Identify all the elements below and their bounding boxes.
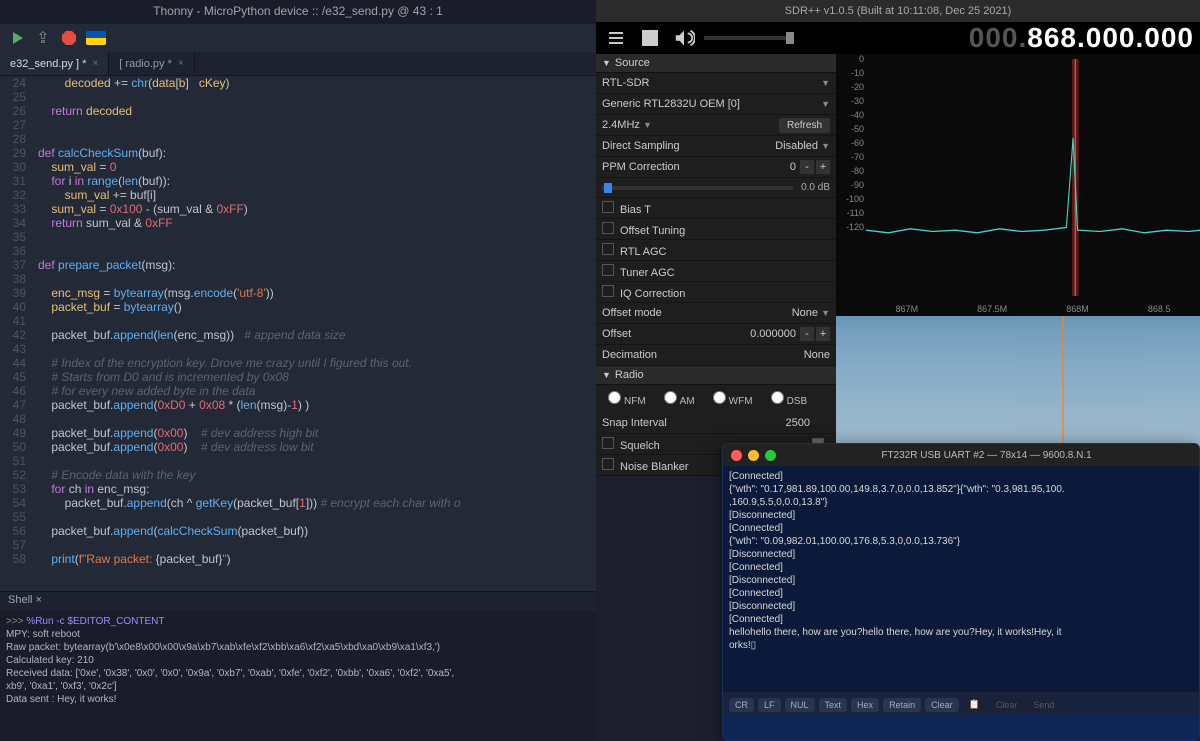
ppm-plus-button[interactable]: + [816, 160, 830, 174]
radio-section-header[interactable]: ▼Radio [596, 366, 836, 385]
line-gutter: 2425262728293031323334353637383940414243… [0, 76, 32, 591]
term-cr-button[interactable]: CR [729, 698, 754, 712]
ppm-row: PPM Correction0-+ [596, 157, 836, 178]
close-window-icon[interactable] [731, 450, 742, 461]
source-section-header[interactable]: ▼Source [596, 54, 836, 73]
offset-tuning-checkbox[interactable]: Offset Tuning [596, 219, 836, 240]
device-select[interactable]: Generic RTL2832U OEM [0]▼ [596, 94, 836, 115]
code-area[interactable]: decoded += chr(data[b] cKey) return deco… [32, 76, 596, 591]
spectrum-plot[interactable]: 0-10-20-30-40-50-60-70-80-90-100-110-120… [836, 54, 1200, 316]
close-icon[interactable]: × [92, 58, 98, 69]
spectrum-x-axis: 867M867.5M868M868.5 [866, 304, 1200, 314]
thonny-window: Thonny - MicroPython device :: /e32_send… [0, 0, 596, 741]
mode-nfm[interactable]: NFM [600, 389, 654, 409]
rtl-agc-checkbox[interactable]: RTL AGC [596, 240, 836, 261]
chevron-down-icon: ▼ [602, 58, 611, 68]
radio-modes: NFMAMWFMDSB [596, 385, 836, 413]
tab-radio[interactable]: [ radio.py * × [109, 52, 194, 75]
terminal-titlebar[interactable]: FT232R USB UART #2 — 78x14 — 9600.8.N.1 [723, 444, 1199, 466]
offset-plus-button[interactable]: + [816, 327, 830, 341]
play-button[interactable] [636, 24, 664, 52]
term-text-button[interactable]: Text [819, 698, 848, 712]
term-📋-button[interactable]: 📋 [963, 697, 986, 712]
mode-wfm[interactable]: WFM [705, 389, 761, 409]
tuner-agc-checkbox[interactable]: Tuner AGC [596, 261, 836, 282]
thonny-titlebar: Thonny - MicroPython device :: /e32_send… [0, 0, 596, 24]
decimation-select[interactable]: None [804, 349, 830, 361]
gain-slider[interactable] [602, 186, 793, 190]
mode-am[interactable]: AM [656, 389, 703, 409]
sdr-visualization: 0-10-20-30-40-50-60-70-80-90-100-110-120… [836, 54, 1200, 476]
frequency-prefix: 000. [969, 22, 1028, 53]
gain-value: 0.0 dB [801, 182, 830, 193]
chevron-down-icon: ▼ [821, 78, 830, 88]
editor-tabs: e32_send.py ] * × [ radio.py * × [0, 52, 596, 76]
terminal-title: FT232R USB UART #2 — 78x14 — 9600.8.N.1 [782, 450, 1191, 461]
mode-dsb[interactable]: DSB [763, 389, 816, 409]
direct-sampling-row: Direct SamplingDisabled ▼ [596, 136, 836, 157]
sdrpp-sidebar: ▼Source RTL-SDR▼ Generic RTL2832U OEM [0… [596, 54, 836, 476]
spectrum-y-axis: 0-10-20-30-40-50-60-70-80-90-100-110-120 [836, 54, 866, 316]
run-icon[interactable] [8, 29, 26, 47]
term-retain-button[interactable]: Retain [883, 698, 921, 712]
thonny-toolbar: ⇪ [0, 24, 596, 52]
samplerate-select[interactable]: 2.4MHz ▼ [602, 119, 779, 131]
term-clear-button[interactable]: Clear [990, 698, 1024, 712]
term-lf-button[interactable]: LF [758, 698, 781, 712]
volume-icon[interactable] [670, 24, 698, 52]
tab-label: [ radio.py * [119, 58, 172, 70]
decimation-row: DecimationNone [596, 345, 836, 366]
sdrpp-window: SDR++ v1.0.5 (Built at 10:11:08, Dec 25 … [596, 0, 1200, 465]
gain-slider-row: 0.0 dB [596, 178, 836, 198]
chevron-down-icon: ▼ [821, 141, 830, 151]
samplerate-row: 2.4MHz ▼ Refresh [596, 115, 836, 136]
frequency-value: 868.000.000 [1027, 22, 1194, 53]
iq-correction-checkbox[interactable]: IQ Correction [596, 282, 836, 303]
direct-sampling-select[interactable]: Disabled ▼ [775, 140, 830, 152]
offset-value[interactable]: 0.000000 [750, 328, 796, 340]
minimize-window-icon[interactable] [748, 450, 759, 461]
driver-select[interactable]: RTL-SDR▼ [596, 73, 836, 94]
sdrpp-titlebar: SDR++ v1.0.5 (Built at 10:11:08, Dec 25 … [596, 0, 1200, 22]
chevron-down-icon: ▼ [821, 308, 830, 318]
stop-icon[interactable] [60, 29, 78, 47]
shell-output[interactable]: >>> %Run -c $EDITOR_CONTENTMPY: soft reb… [0, 611, 596, 741]
term-send-button[interactable]: Send [1027, 698, 1060, 712]
tab-label: e32_send.py ] * [10, 58, 86, 70]
debug-step-icon[interactable]: ⇪ [34, 29, 52, 47]
close-icon[interactable]: × [178, 58, 184, 69]
refresh-button[interactable]: Refresh [779, 118, 830, 133]
term-nul-button[interactable]: NUL [785, 698, 815, 712]
snap-interval-row: Snap Interval2500 [596, 413, 836, 434]
terminal-input[interactable] [723, 716, 1199, 740]
term-hex-button[interactable]: Hex [851, 698, 879, 712]
offset-mode-row: Offset modeNone ▼ [596, 303, 836, 324]
terminal-window: FT232R USB UART #2 — 78x14 — 9600.8.N.1 … [722, 443, 1200, 741]
term-clear-button[interactable]: Clear [925, 698, 959, 712]
offset-minus-button[interactable]: - [800, 327, 814, 341]
ukraine-flag-icon [86, 31, 106, 45]
chevron-down-icon: ▼ [643, 120, 652, 130]
terminal-output[interactable]: [Connected]{"wth": "0.17,981.89,100.00,1… [723, 466, 1199, 692]
shell-tab[interactable]: Shell × [0, 591, 596, 611]
code-editor[interactable]: 2425262728293031323334353637383940414243… [0, 76, 596, 591]
ppm-minus-button[interactable]: - [800, 160, 814, 174]
snap-value[interactable]: 2500 [786, 417, 810, 429]
ppm-value[interactable]: 0 [790, 161, 796, 173]
offset-row: Offset0.000000-+ [596, 324, 836, 345]
tab-e32-send[interactable]: e32_send.py ] * × [0, 52, 109, 75]
offset-mode-select[interactable]: None ▼ [792, 307, 830, 319]
frequency-display[interactable]: 000.868.000.000 [969, 22, 1194, 54]
chevron-down-icon: ▼ [602, 370, 611, 380]
sdrpp-header: 000.868.000.000 [596, 22, 1200, 54]
terminal-footer: CRLFNULTextHexRetainClear📋ClearSend [723, 692, 1199, 716]
menu-icon[interactable] [602, 24, 630, 52]
bias-t-checkbox[interactable]: Bias T [596, 198, 836, 219]
chevron-down-icon: ▼ [821, 99, 830, 109]
maximize-window-icon[interactable] [765, 450, 776, 461]
volume-slider[interactable] [704, 36, 794, 40]
